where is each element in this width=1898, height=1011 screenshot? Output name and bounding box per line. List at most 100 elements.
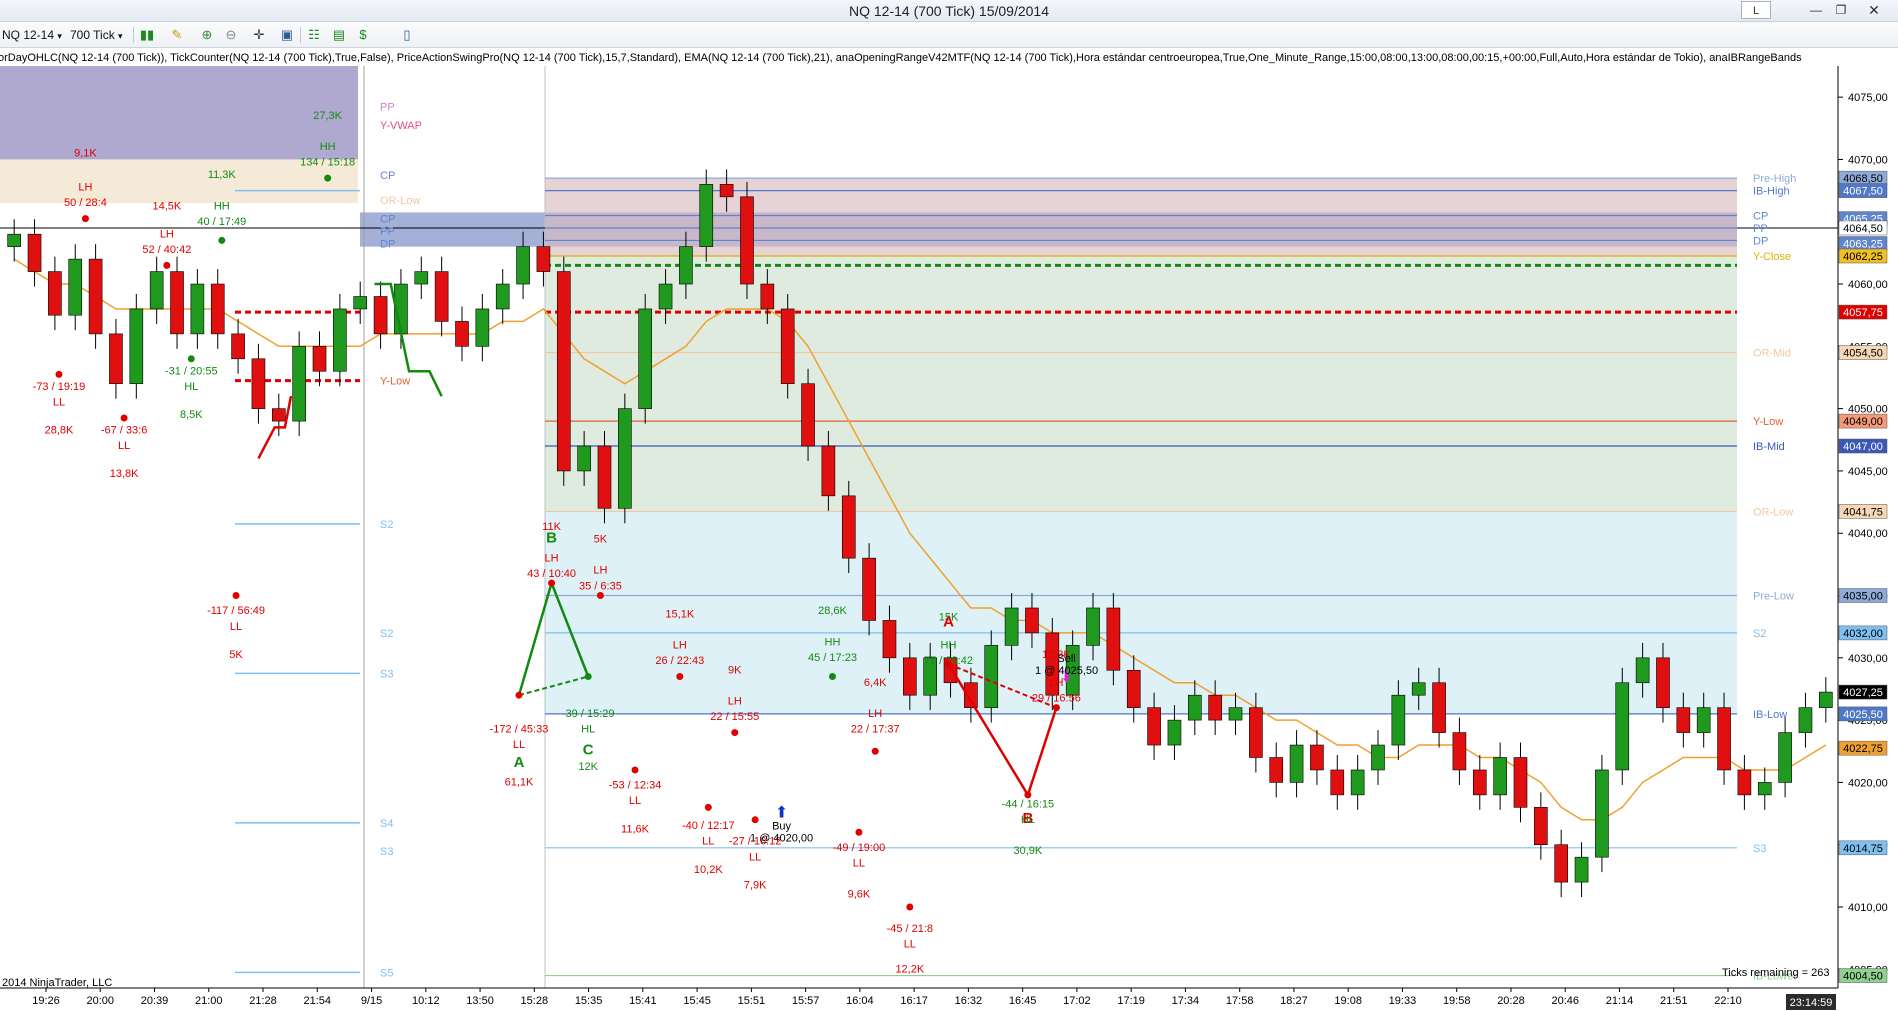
swing-label: LL — [749, 851, 761, 863]
draw-pencil-icon[interactable]: ✎ — [168, 26, 186, 44]
trade-label: Buy — [772, 820, 791, 832]
strategies-icon[interactable]: ▤ — [330, 26, 348, 44]
swing-pivot-dot — [944, 660, 952, 668]
candle-body — [882, 620, 897, 659]
swing-label: LH — [593, 565, 607, 577]
candle-body — [292, 346, 306, 422]
time-tick-label: 17:58 — [1226, 995, 1254, 1007]
level-label: CP — [1753, 211, 1768, 223]
price-axis: 4075,004070,004065,004060,004055,004050,… — [1837, 66, 1898, 1010]
candle-body — [312, 346, 327, 372]
bar-type-icon[interactable]: ▮▮ — [138, 26, 156, 44]
swing-label: 29 / 16:56 — [1032, 692, 1081, 704]
indicator-list: orDayOHLC(NQ 12-14 (700 Tick)), TickCoun… — [0, 52, 1802, 64]
swing-label: 7,9K — [744, 879, 767, 891]
level-label: Y-Close — [1753, 251, 1791, 263]
swing-label: 6,4K — [864, 677, 887, 689]
zoom-out-icon[interactable]: ⊖ — [222, 26, 240, 44]
trade-label: Sell — [1057, 653, 1075, 665]
time-tick-label: 17:02 — [1063, 995, 1091, 1007]
price-badge-label: 4047,00 — [1843, 441, 1883, 453]
close-button[interactable]: ✕ — [1856, 1, 1892, 19]
swing-label: LL — [53, 397, 65, 409]
properties-icon[interactable]: ▣ — [278, 26, 296, 44]
price-tick-label: 4060,00 — [1848, 279, 1888, 291]
candle-body — [1554, 844, 1569, 883]
window-titlebar: NQ 12-14 (700 Tick) 15/09/2014 L — ❐ ✕ — [0, 0, 1898, 22]
swing-label: 10,2K — [694, 864, 723, 876]
time-tick-label: 21:28 — [249, 995, 277, 1007]
time-tick-label: 15:51 — [738, 995, 766, 1007]
time-tick-label: 15:28 — [521, 995, 549, 1007]
instrument-selector[interactable]: NQ 12-14 ▾ — [2, 26, 62, 44]
link-button[interactable]: L — [1741, 1, 1771, 19]
candle-body — [149, 271, 164, 310]
swing-label: LL — [230, 621, 242, 633]
level-label: PP — [1753, 223, 1768, 235]
prior-level-label: CP — [380, 214, 395, 226]
price-badge-label: 4032,00 — [1843, 628, 1883, 640]
swing-label: HH — [214, 200, 230, 212]
prior-level-label: PP — [380, 101, 395, 113]
time-axis: 19:26 20:00 20:39 21:00 21:28 21:54 9/15 10:12 1… — [0, 987, 1838, 1010]
swing-pivot-dot — [548, 579, 556, 587]
time-tick-label: 15:35 — [575, 995, 603, 1007]
candle-body — [1717, 707, 1731, 771]
swing-label: 9K — [728, 664, 742, 676]
time-tick-label: 20:46 — [1551, 995, 1579, 1007]
swing-label: 50 / 28:4 — [64, 197, 107, 209]
price-tick-label: 4040,00 — [1848, 528, 1888, 540]
swing-label: 9,1K — [74, 147, 97, 159]
candle-body — [475, 308, 490, 347]
buy-arrow-icon: ⬆ — [775, 802, 788, 821]
price-chart[interactable]: Pre-HighIB-HighCPPPDPY-CloseOR-MidY-LowI… — [0, 48, 1898, 1011]
level-label: S2 — [1753, 628, 1766, 640]
candle-body — [1147, 707, 1161, 746]
dollar-icon[interactable]: $ — [354, 26, 372, 44]
swing-pivot-dot — [828, 673, 836, 681]
candle-body — [984, 645, 999, 708]
level-label: Pre-Low — [1753, 591, 1794, 603]
chevron-down-icon: ▾ — [118, 31, 123, 41]
candle-body — [251, 358, 266, 409]
candle-body — [1737, 769, 1752, 796]
candle-body — [536, 246, 551, 272]
time-tick-label: 17:34 — [1172, 995, 1200, 1007]
swing-pivot-dot — [120, 414, 128, 422]
price-badge-label: 4014,75 — [1843, 843, 1883, 855]
price-badge-label: 4035,00 — [1843, 591, 1883, 603]
candle-body — [1493, 757, 1507, 796]
prior-level-label: S2 — [380, 628, 393, 640]
candle-body — [353, 296, 368, 310]
restore-button[interactable]: ❐ — [1829, 1, 1853, 19]
data-box-icon[interactable]: ▯ — [398, 26, 416, 44]
time-tick-label: 20:39 — [141, 995, 169, 1007]
price-tick-label: 4075,00 — [1848, 92, 1888, 104]
candle-body — [618, 408, 632, 509]
candle-body — [1452, 732, 1467, 771]
candle-body — [1391, 694, 1406, 746]
level-label: OR-Low — [1753, 506, 1793, 518]
indicators-icon[interactable]: ☷ — [305, 26, 323, 44]
swing-label: -39 / 15:29 — [562, 708, 615, 720]
minimize-button[interactable]: — — [1804, 1, 1828, 19]
candle-body — [27, 233, 42, 272]
time-tick-label: 21:14 — [1606, 995, 1634, 1007]
candle-body — [1187, 694, 1202, 721]
zoom-in-icon[interactable]: ⊕ — [198, 26, 216, 44]
swing-label: HH — [320, 141, 336, 153]
level-label: Pre-High — [1753, 173, 1796, 185]
swing-label: 5K — [229, 649, 243, 661]
prior-level-label: S3 — [380, 668, 393, 680]
trade-detail: 1 @ 4025,50 — [1035, 665, 1098, 677]
time-tick-label: 18:27 — [1280, 995, 1308, 1007]
swing-label: HH — [941, 639, 957, 651]
candle-body — [88, 258, 103, 335]
crosshair-icon[interactable]: ✛ — [250, 26, 268, 44]
swing-label: 134 / 15:18 — [300, 157, 355, 169]
period-selector[interactable]: 700 Tick ▾ — [70, 26, 123, 44]
swing-label: 61,1K — [505, 777, 534, 789]
candle-body — [780, 308, 795, 385]
overnight-range-zone — [0, 66, 358, 160]
candle-body — [1432, 682, 1446, 733]
